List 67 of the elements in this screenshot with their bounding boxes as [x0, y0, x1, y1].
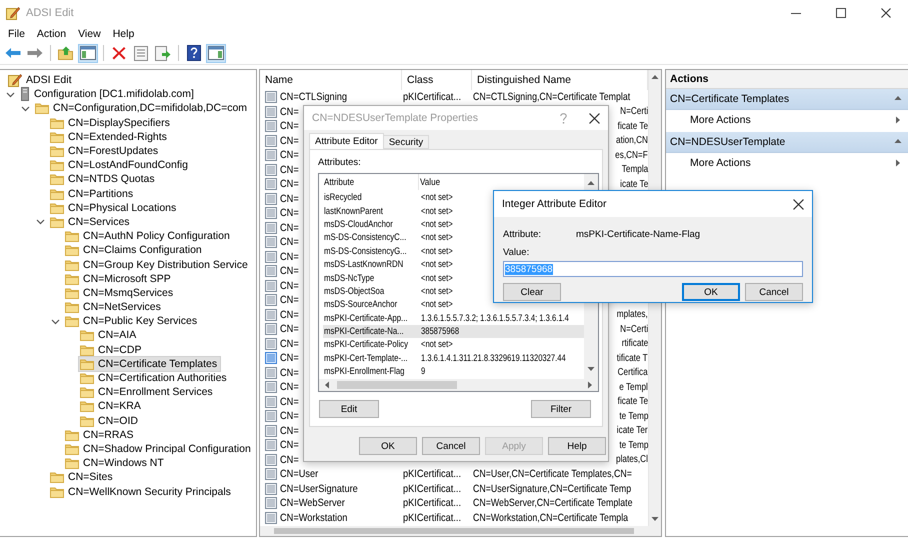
dn-cell: es,CN=F — [615, 150, 648, 161]
attribute-value: <not set> — [421, 232, 453, 244]
attribute-name: msDS-SourceAnchor — [324, 299, 398, 310]
group-title: CN=Certificate Templates — [670, 93, 790, 105]
class-cell: pKICertificat... — [403, 497, 462, 510]
attribute-name: msDS-NcType — [324, 272, 374, 284]
group-title: CN=NDESUserTemplate — [670, 136, 786, 148]
attribute-value: msPKI-Certificate-Name-Flag — [576, 228, 700, 240]
attribute-value: <not set> — [421, 192, 453, 204]
dialog-title: CN=NDESUserTemplate Properties — [312, 112, 478, 124]
dn-cell: rtificate — [622, 338, 648, 350]
class-cell: pKICertificat... — [403, 468, 462, 480]
dn-cell: te Temp — [618, 440, 648, 451]
dn-cell: ficate Te — [618, 120, 648, 132]
attribute-name: msPKI-Certificate-App... — [324, 312, 408, 324]
dn-cell: te Temp — [618, 410, 648, 422]
dn-cell: icate Ter — [617, 425, 648, 436]
attribute-name: msPKI-Enrollment-Flag — [324, 366, 405, 378]
dn-cell: N=Certi — [620, 106, 648, 118]
dn-cell: Certifica — [618, 367, 648, 378]
attribute-value: 1.3.6.1.4.1.311.21.8.3329619.11320327.44 — [421, 352, 566, 364]
attribute-name: lastKnownParent — [324, 206, 383, 217]
attribute-label: Attribute: — [503, 228, 542, 240]
dialog-title: Integer Attribute Editor — [502, 198, 606, 210]
attribute-value: 9 — [421, 366, 426, 378]
attribute-value: <not set> — [421, 272, 453, 284]
dn-cell: tificate T — [617, 352, 648, 364]
attribute-name: msDS-LastKnownRDN — [324, 259, 404, 270]
action-label: More Actions — [690, 114, 751, 126]
attribute-value: <not set> — [421, 206, 453, 217]
dn-cell: e Templ — [619, 382, 648, 393]
class-cell: pKICertificat... — [403, 512, 462, 524]
attribute-name: mS-DS-ConsistencyC... — [324, 232, 406, 244]
dn-cell: ation,CN — [616, 135, 648, 146]
value-label: Value: — [503, 246, 530, 258]
attribute-value: <not set> — [421, 299, 453, 310]
attribute-value: 1.3.6.1.5.5.7.3.2; 1.3.6.1.5.5.7.3.4; 1.3.6.1.4 — [421, 312, 569, 324]
class-cell: pKICertificat... — [403, 91, 462, 104]
dn-cell: CN=CTLSigning,CN=Certificate Templat — [473, 91, 630, 104]
dn-cell: CN=WebServer,CN=Certificate Template — [473, 497, 632, 510]
class-cell: pKICertificat... — [403, 482, 462, 495]
attribute-value: <not set> — [421, 339, 453, 350]
attribute-name: msDS-CloudAnchor — [324, 218, 393, 230]
dn-cell: Templa — [622, 164, 648, 176]
attribute-name: mS-DS-ConsistencyG... — [324, 246, 407, 257]
dn-cell: CN=Workstation,CN=Certificate Templa — [473, 512, 628, 524]
attribute-value: <not set> — [421, 286, 453, 297]
attribute-name: msPKI-Certificate-Na... — [324, 326, 404, 338]
dn-cell: CN=UserSignature,CN=Certificate Temp — [473, 482, 632, 495]
dn-cell: mplates, — [617, 309, 648, 320]
attribute-name: msDS-ObjectSoa — [324, 286, 384, 297]
action-label: More Actions — [690, 157, 751, 169]
attribute-name: msPKI-Cert-Template-... — [324, 352, 408, 364]
dn-cell: plates,Cl — [616, 454, 648, 466]
attribute-value: 385875968 — [421, 326, 460, 338]
attributes-label: Attributes: — [318, 157, 362, 168]
dn-cell: ficate Te — [618, 396, 648, 408]
attribute-value: <not set> — [421, 246, 453, 257]
attribute-value: <not set> — [421, 218, 453, 230]
dn-cell: CN=User,CN=Certificate Templates,CN= — [473, 468, 632, 480]
window-title: ADSI Edit — [26, 7, 74, 19]
dn-cell: icate Te — [620, 178, 648, 190]
attribute-name: isRecycled — [324, 192, 362, 204]
dn-cell: N=Certi — [620, 324, 648, 335]
actions-title: Actions — [666, 70, 908, 89]
attribute-name: msPKI-Certificate-Policy — [324, 339, 408, 350]
attribute-value: <not set> — [421, 259, 453, 270]
